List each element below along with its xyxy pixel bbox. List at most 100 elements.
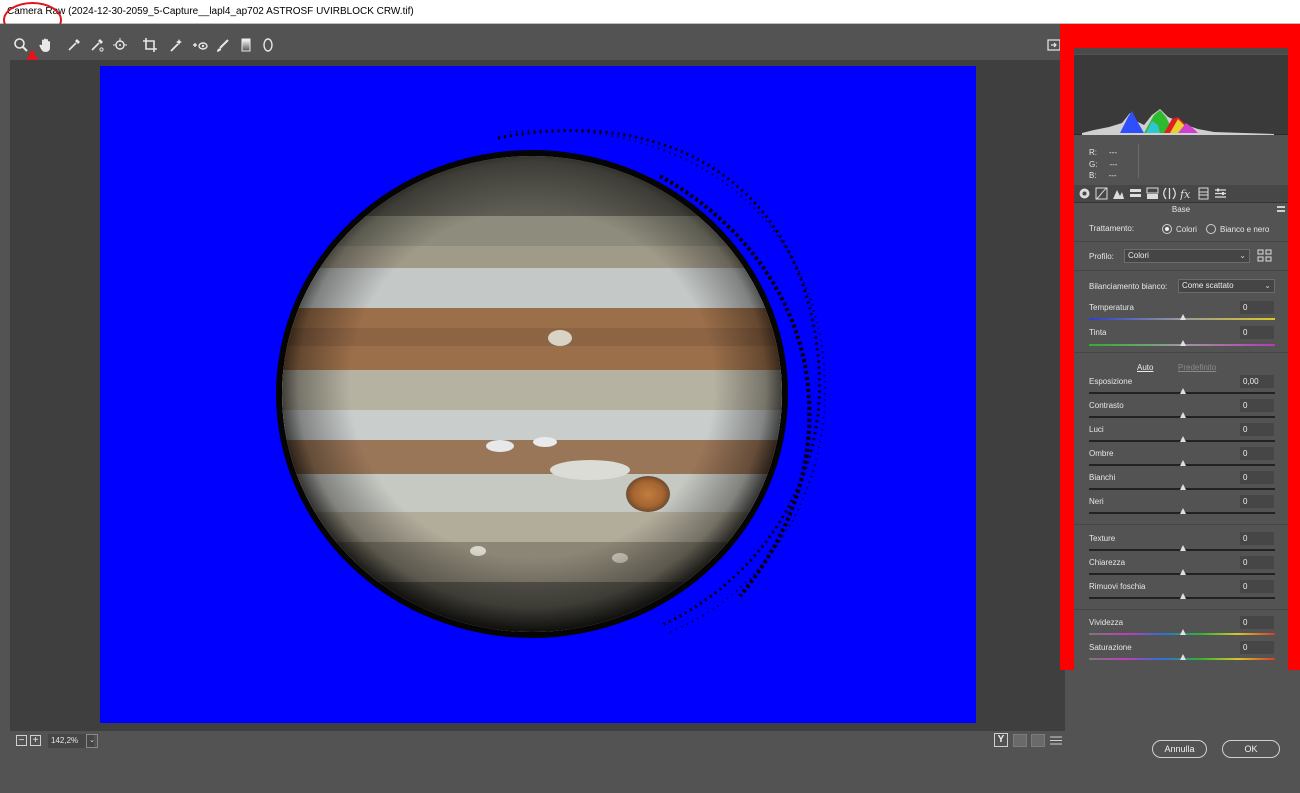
slider-thumb[interactable] — [1180, 460, 1186, 466]
temperature-label: Temperatura — [1089, 303, 1134, 312]
exposure-input[interactable]: 0,00 — [1240, 375, 1274, 388]
clarity-slider[interactable] — [1089, 569, 1275, 575]
contrast-input[interactable]: 0 — [1240, 399, 1274, 412]
slider-thumb[interactable] — [1180, 340, 1186, 346]
saturation-slider[interactable] — [1089, 654, 1275, 660]
shadows-slider[interactable] — [1089, 460, 1275, 466]
temperature-slider[interactable] — [1089, 314, 1275, 320]
basic-tab-icon[interactable] — [1078, 187, 1091, 200]
split-toning-tab-icon[interactable] — [1146, 187, 1159, 200]
color-sampler-icon[interactable] — [88, 36, 106, 54]
white-balance-icon[interactable] — [65, 36, 83, 54]
toolbar — [0, 24, 1070, 60]
slider-thumb[interactable] — [1180, 484, 1186, 490]
shadows-label: Ombre — [1089, 449, 1114, 458]
window-title: Camera Raw (2024-12-30-2059_5-Capture__l… — [7, 6, 414, 17]
slider-thumb[interactable] — [1180, 314, 1186, 320]
saturation-input[interactable]: 0 — [1240, 641, 1274, 654]
rgb-readout: R: --- G: --- B: --- — [1089, 147, 1117, 182]
dehaze-slider[interactable] — [1089, 593, 1275, 599]
dehaze-input[interactable]: 0 — [1240, 580, 1274, 593]
blacks-input[interactable]: 0 — [1240, 495, 1274, 508]
contrast-slider[interactable] — [1089, 412, 1275, 418]
adjustment-brush-icon[interactable] — [214, 36, 232, 54]
clarity-label: Chiarezza — [1089, 558, 1126, 567]
r-label: R: — [1089, 148, 1097, 157]
treatment-label: Trattamento: — [1089, 224, 1135, 233]
camera-raw-window: − + 142,2% ⌄ Y R: --- G: --- B: --- fx B… — [0, 24, 1300, 793]
calibration-tab-icon[interactable] — [1197, 187, 1210, 200]
treatment-color-label: Colori — [1176, 225, 1197, 234]
vibrance-slider[interactable] — [1089, 629, 1275, 635]
separator — [1074, 352, 1288, 353]
zoom-out-button[interactable]: − — [16, 735, 27, 746]
fullscreen-toggle-icon[interactable] — [1047, 38, 1061, 52]
auto-link[interactable]: Auto — [1137, 363, 1153, 372]
hsl-tab-icon[interactable] — [1129, 187, 1142, 200]
preview-canvas[interactable] — [10, 60, 1065, 731]
panel-tabs: fx — [1074, 185, 1288, 203]
zoom-in-button[interactable]: + — [30, 735, 41, 746]
whites-slider[interactable] — [1089, 484, 1275, 490]
slider-thumb[interactable] — [1180, 412, 1186, 418]
white-balance-dropdown[interactable]: Come scattato ⌄ — [1178, 279, 1275, 293]
red-eye-icon[interactable] — [191, 36, 209, 54]
whites-input[interactable]: 0 — [1240, 471, 1274, 484]
slider-thumb[interactable] — [1180, 654, 1186, 660]
treatment-color-radio[interactable] — [1162, 224, 1172, 234]
tint-input[interactable]: 0 — [1240, 326, 1274, 339]
targeted-adjustment-icon[interactable] — [111, 36, 129, 54]
adjustments-panel: R: --- G: --- B: --- fx Base Trattamento: C… — [1074, 48, 1288, 748]
slider-thumb[interactable] — [1180, 593, 1186, 599]
g-value: --- — [1109, 159, 1118, 169]
crop-icon[interactable] — [141, 36, 159, 54]
tint-slider[interactable] — [1089, 340, 1275, 346]
shadows-input[interactable]: 0 — [1240, 447, 1274, 460]
white-balance-label: Bilanciamento bianco: — [1089, 282, 1168, 291]
slider-thumb[interactable] — [1180, 545, 1186, 551]
texture-input[interactable]: 0 — [1240, 532, 1274, 545]
exposure-slider[interactable] — [1089, 388, 1275, 394]
profile-dropdown[interactable]: Colori ⌄ — [1124, 249, 1250, 263]
slider-thumb[interactable] — [1180, 629, 1186, 635]
radial-filter-icon[interactable] — [259, 36, 277, 54]
default-link[interactable]: Predefinito — [1178, 363, 1216, 372]
zoom-dropdown[interactable]: ⌄ — [86, 734, 98, 748]
slider-thumb[interactable] — [1180, 436, 1186, 442]
graduated-filter-icon[interactable] — [237, 36, 255, 54]
panel-menu-icon[interactable] — [1277, 206, 1285, 212]
ok-button[interactable]: OK — [1222, 740, 1280, 758]
highlight-frame: R: --- G: --- B: --- fx Base Trattamento: C… — [1060, 24, 1300, 748]
presets-tab-icon[interactable] — [1214, 187, 1227, 200]
dehaze-label: Rimuovi foschia — [1089, 582, 1146, 591]
before-after-icon[interactable] — [1013, 734, 1027, 747]
highlights-slider[interactable] — [1089, 436, 1275, 442]
slider-thumb[interactable] — [1180, 569, 1186, 575]
treatment-bw-radio[interactable] — [1206, 224, 1216, 234]
slider-thumb[interactable] — [1180, 388, 1186, 394]
hand-icon[interactable] — [37, 36, 55, 54]
spot-removal-icon[interactable] — [168, 36, 186, 54]
preview-image[interactable] — [100, 66, 976, 723]
effects-tab-icon[interactable]: fx — [1180, 187, 1193, 200]
separator — [1074, 241, 1288, 242]
vibrance-input[interactable]: 0 — [1240, 616, 1274, 629]
highlights-input[interactable]: 0 — [1240, 423, 1274, 436]
histogram — [1074, 55, 1288, 135]
swap-before-after-icon[interactable] — [1031, 734, 1045, 747]
temperature-input[interactable]: 0 — [1240, 301, 1274, 314]
clarity-input[interactable]: 0 — [1240, 556, 1274, 569]
zoom-icon[interactable] — [12, 36, 30, 54]
view-mode-button[interactable]: Y — [994, 733, 1008, 747]
profile-browser-icon[interactable] — [1257, 249, 1272, 262]
tone-curve-tab-icon[interactable] — [1095, 187, 1108, 200]
blacks-slider[interactable] — [1089, 508, 1275, 514]
chevron-down-icon: ⌄ — [1264, 281, 1271, 290]
slider-thumb[interactable] — [1180, 508, 1186, 514]
view-settings-icon[interactable] — [1049, 734, 1063, 747]
texture-slider[interactable] — [1089, 545, 1275, 551]
detail-tab-icon[interactable] — [1112, 187, 1125, 200]
status-bar: − + 142,2% ⌄ Y — [10, 731, 1065, 751]
cancel-button[interactable]: Annulla — [1152, 740, 1207, 758]
lens-corrections-tab-icon[interactable] — [1163, 187, 1176, 200]
